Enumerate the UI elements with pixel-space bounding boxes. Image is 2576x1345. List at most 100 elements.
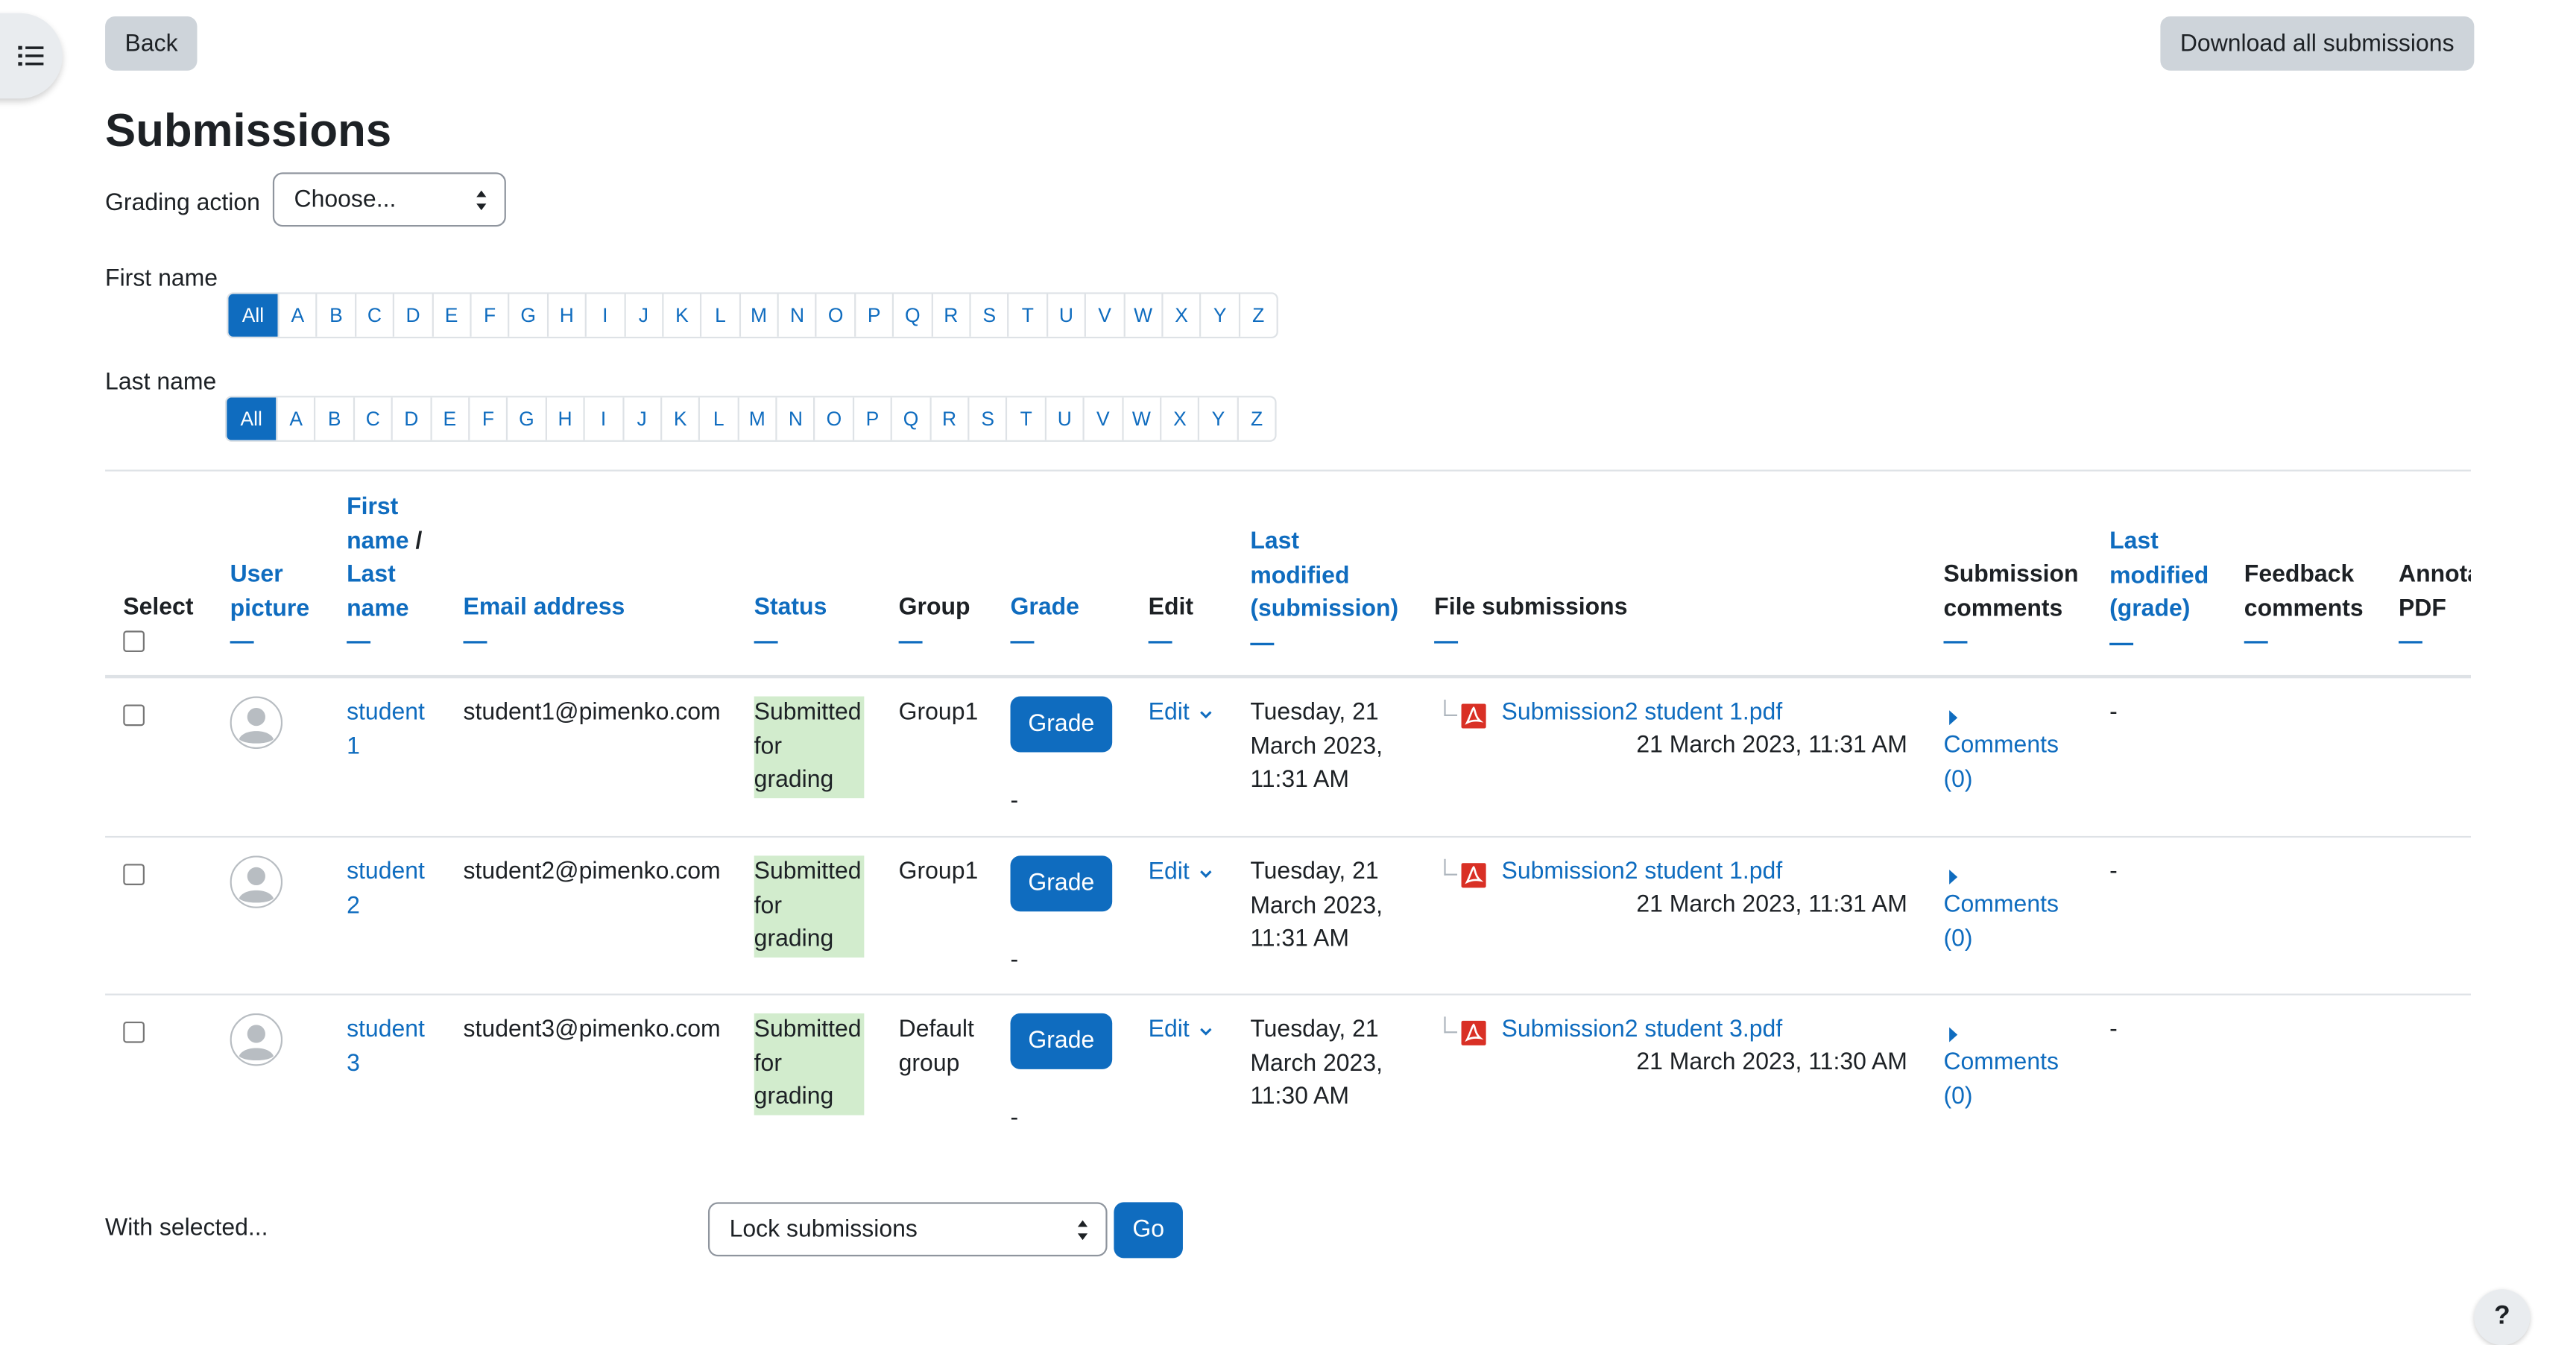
first-initial-v[interactable]: V: [1085, 294, 1123, 337]
comments-link[interactable]: Comments (0): [1943, 1046, 2059, 1113]
last-initial-z[interactable]: Z: [1237, 397, 1275, 440]
header-name[interactable]: First name / Last name —: [347, 491, 422, 659]
grade-button[interactable]: Grade: [1010, 1013, 1113, 1069]
first-initial-t[interactable]: T: [1008, 294, 1046, 337]
last-initial-g[interactable]: G: [506, 397, 546, 440]
first-initial-l[interactable]: L: [700, 294, 739, 337]
last-initial-l[interactable]: L: [698, 397, 737, 440]
last-initial-s[interactable]: S: [967, 397, 1006, 440]
edit-menu[interactable]: Edit: [1149, 855, 1213, 889]
row-select-checkbox[interactable]: [123, 1021, 145, 1043]
first-initial-i[interactable]: I: [584, 294, 624, 337]
header-grade[interactable]: Grade —: [1011, 591, 1079, 658]
first-initial-f[interactable]: F: [470, 294, 508, 337]
last-initial-b[interactable]: B: [314, 397, 353, 440]
collapse-group[interactable]: —: [899, 625, 970, 659]
first-initial-o[interactable]: O: [815, 294, 854, 337]
file-submission-link[interactable]: Submission2 student 1.pdf: [1502, 697, 1783, 730]
last-initial-y[interactable]: Y: [1198, 397, 1237, 440]
first-initial-all[interactable]: All: [228, 294, 278, 337]
header-status[interactable]: Status —: [754, 591, 827, 658]
header-user-picture[interactable]: User picture —: [230, 558, 310, 659]
collapse-edit[interactable]: —: [1149, 625, 1193, 659]
first-initial-u[interactable]: U: [1046, 294, 1085, 337]
collapse-submission-comments[interactable]: —: [1943, 626, 2078, 659]
file-submission-link[interactable]: Submission2 student 1.pdf: [1502, 855, 1783, 889]
last-initial-j[interactable]: J: [622, 397, 660, 440]
first-initial-z[interactable]: Z: [1238, 294, 1277, 337]
last-initial-q[interactable]: Q: [891, 397, 929, 440]
file-submission-link[interactable]: Submission2 student 3.pdf: [1502, 1013, 1783, 1047]
last-initial-x[interactable]: X: [1160, 397, 1199, 440]
collapse-last-modified-submission[interactable]: —: [1250, 627, 1398, 660]
last-initial-p[interactable]: P: [852, 397, 891, 440]
last-initial-v[interactable]: V: [1082, 397, 1122, 440]
grading-action-select[interactable]: Choose...: [272, 172, 506, 227]
first-initial-j[interactable]: J: [623, 294, 662, 337]
last-initial-all[interactable]: All: [227, 397, 277, 440]
download-all-submissions-button[interactable]: Download all submissions: [2160, 16, 2474, 71]
first-initial-a[interactable]: A: [277, 294, 316, 337]
course-index-toggle[interactable]: [0, 13, 63, 99]
last-initial-t[interactable]: T: [1006, 397, 1045, 440]
last-initial-r[interactable]: R: [929, 397, 968, 440]
comments-link[interactable]: Comments (0): [1943, 888, 2059, 955]
first-initial-y[interactable]: Y: [1199, 294, 1239, 337]
go-button[interactable]: Go: [1114, 1202, 1183, 1259]
last-initial-o[interactable]: O: [814, 397, 853, 440]
help-button[interactable]: ?: [2474, 1289, 2531, 1345]
collapse-user-picture[interactable]: —: [230, 626, 310, 659]
last-initial-f[interactable]: F: [468, 397, 507, 440]
first-initial-e[interactable]: E: [431, 294, 470, 337]
student-name-link[interactable]: student 3: [347, 1013, 425, 1080]
last-initial-k[interactable]: K: [660, 397, 699, 440]
last-initial-i[interactable]: I: [583, 397, 622, 440]
sort-last-name[interactable]: Last: [347, 562, 396, 588]
row-select-checkbox[interactable]: [123, 704, 145, 727]
last-initial-d[interactable]: D: [391, 397, 430, 440]
collapse-file-submissions[interactable]: —: [1434, 625, 1627, 659]
first-initial-h[interactable]: H: [546, 294, 585, 337]
bulk-action-select[interactable]: Lock submissions: [707, 1202, 1108, 1257]
first-initial-x[interactable]: X: [1161, 294, 1200, 337]
collapse-grade[interactable]: —: [1011, 625, 1079, 659]
first-initial-r[interactable]: R: [930, 294, 970, 337]
last-initial-a[interactable]: A: [276, 397, 315, 440]
first-initial-s[interactable]: S: [969, 294, 1008, 337]
first-initial-k[interactable]: K: [662, 294, 701, 337]
collapse-annotate-pdf[interactable]: —: [2399, 626, 2471, 659]
last-initial-e[interactable]: E: [429, 397, 469, 440]
first-initial-w[interactable]: W: [1123, 294, 1162, 337]
edit-menu[interactable]: Edit: [1149, 697, 1213, 730]
last-initial-c[interactable]: C: [353, 397, 391, 440]
student-name-link[interactable]: student 2: [347, 855, 425, 922]
grade-button[interactable]: Grade: [1010, 696, 1113, 753]
collapse-name[interactable]: —: [347, 626, 422, 659]
row-select-checkbox[interactable]: [123, 864, 145, 886]
sort-first-name[interactable]: First: [347, 494, 398, 520]
collapse-feedback-comments[interactable]: —: [2244, 626, 2364, 659]
student-name-link[interactable]: student 1: [347, 697, 425, 764]
first-initial-d[interactable]: D: [393, 294, 432, 337]
edit-menu[interactable]: Edit: [1149, 1013, 1213, 1047]
last-initial-h[interactable]: H: [545, 397, 584, 440]
header-email[interactable]: Email address —: [464, 591, 625, 658]
back-button[interactable]: Back: [105, 16, 198, 71]
header-last-modified-grade[interactable]: Last modified (grade) —: [2109, 525, 2209, 660]
last-initial-m[interactable]: M: [736, 397, 776, 440]
first-initial-c[interactable]: C: [354, 294, 394, 337]
collapse-email[interactable]: —: [464, 625, 625, 659]
collapse-status[interactable]: —: [754, 625, 827, 659]
collapse-last-modified-grade[interactable]: —: [2109, 627, 2209, 660]
first-initial-p[interactable]: P: [853, 294, 893, 337]
select-all-checkbox[interactable]: [123, 630, 145, 653]
last-initial-n[interactable]: N: [775, 397, 815, 440]
last-initial-u[interactable]: U: [1044, 397, 1083, 440]
last-initial-w[interactable]: W: [1121, 397, 1161, 440]
first-initial-g[interactable]: G: [508, 294, 547, 337]
comments-link[interactable]: Comments (0): [1943, 730, 2059, 797]
header-last-modified-submission[interactable]: Last modified (submission) —: [1250, 525, 1398, 660]
first-initial-q[interactable]: Q: [892, 294, 931, 337]
first-initial-b[interactable]: B: [316, 294, 355, 337]
first-initial-n[interactable]: N: [777, 294, 816, 337]
